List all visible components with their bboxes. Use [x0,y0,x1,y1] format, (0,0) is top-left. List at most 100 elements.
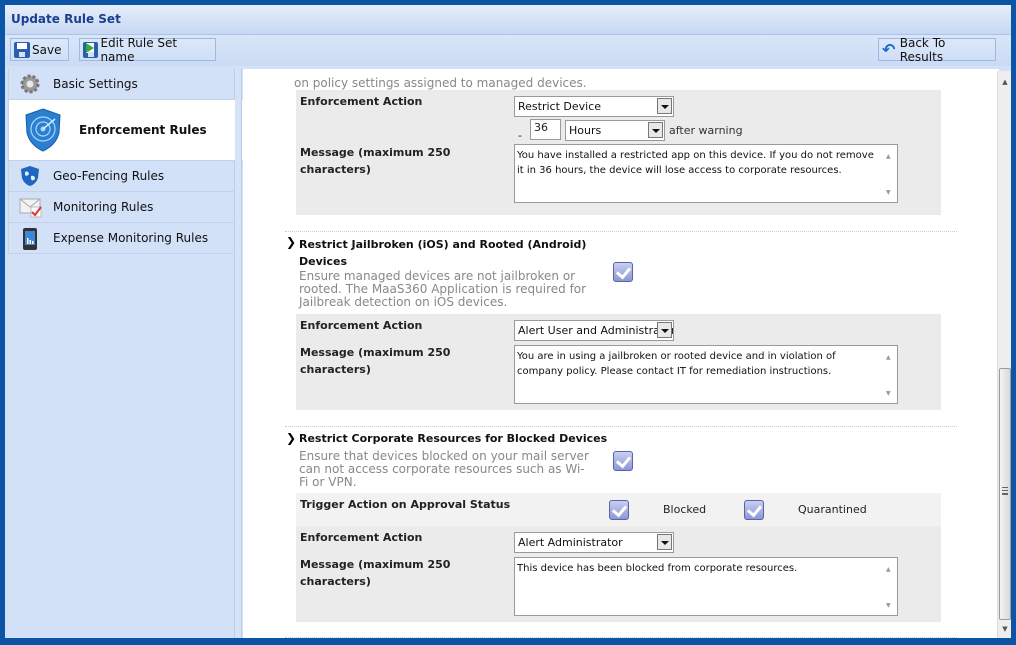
dash: - [518,129,522,142]
mail-check-icon [19,196,42,218]
delay-value-input[interactable]: 36 [530,119,561,140]
select-value: Alert User and Administrator [518,324,674,337]
scroll-down-icon[interactable]: ▼ [886,598,891,613]
textarea-scrollbar[interactable]: ▲ ▼ [883,558,897,615]
enforcement-action-select[interactable]: Alert User and Administrator [514,320,674,341]
section-divider [285,426,957,427]
select-value: Alert Administrator [518,536,623,549]
globe-shield-icon [19,165,41,187]
delay-unit-select[interactable]: Hours [565,120,665,141]
dropdown-arrow-icon [648,122,663,138]
dropdown-arrow-icon [657,98,672,114]
blocked-devices-rule-checkbox[interactable] [613,451,633,471]
section-description-partial: on policy settings assigned to managed d… [294,76,587,90]
message-textarea[interactable]: This device has been blocked from corpor… [514,557,898,616]
message-label-line2: characters) [300,363,371,376]
enforcement-action-select[interactable]: Restrict Device [514,96,674,117]
section-description: Ensure that devices blocked on your mail… [299,449,589,489]
sidebar-splitter[interactable] [235,69,242,638]
select-value: Hours [569,124,602,137]
content-scrollbar[interactable]: ▲ ▼ [997,71,1011,638]
blocked-devices-settings-panel: Enforcement Action Alert Administrator M… [296,526,941,622]
edit-name-label: Edit Rule Set name [100,35,178,64]
enforcement-action-label: Enforcement Action [300,95,423,108]
dropdown-arrow-icon [657,322,672,338]
message-label-line2: characters) [300,575,371,588]
trigger-action-row: Trigger Action on Approval Status Blocke… [296,493,941,526]
message-label-line1: Message (maximum 250 [300,146,451,159]
title-bar: Update Rule Set [5,5,1011,35]
sidebar-item-enforcement-rules[interactable]: Enforcement Rules [8,100,244,161]
scroll-down-icon[interactable]: ▼ [886,386,891,401]
chevron-right-icon: ❯ [286,235,297,249]
scroll-thumb[interactable] [999,368,1011,620]
message-textarea[interactable]: You are in using a jailbroken or rooted … [514,345,898,404]
section-title: Restrict Jailbroken (iOS) and Rooted (An… [299,236,586,270]
restricted-app-settings-panel: Enforcement Action Restrict Device - 36 … [296,90,941,215]
blocked-checkbox[interactable] [609,500,629,520]
scroll-down-button[interactable]: ▼ [998,622,1012,636]
floppy-disk-icon [14,41,30,58]
save-label: Save [32,42,62,57]
message-textarea[interactable]: You have installed a restricted app on t… [514,144,898,203]
enforcement-action-label: Enforcement Action [300,531,423,544]
section-description: Ensure managed devices are not jailbroke… [299,269,587,309]
after-warning-label: after warning [669,124,743,137]
select-value: Restrict Device [518,100,602,113]
sidebar: Basic Settings Enforcement Rules Geo-Fen… [8,69,244,638]
enforcement-action-label: Enforcement Action [300,319,423,332]
quarantined-label: Quarantined [798,503,867,516]
blocked-label: Blocked [663,503,707,516]
sidebar-item-label: Basic Settings [53,77,138,91]
message-label-line1: Message (maximum 250 [300,558,451,571]
scroll-down-icon[interactable]: ▼ [886,185,891,200]
shield-radar-icon [23,107,63,153]
section-title-line1: Restrict Jailbroken (iOS) and Rooted (An… [299,238,587,251]
sidebar-item-label: Expense Monitoring Rules [53,231,209,245]
sidebar-item-label: Geo-Fencing Rules [53,169,165,183]
section-title-line2: Devices [299,255,348,268]
textarea-scrollbar[interactable]: ▲ ▼ [883,346,897,403]
jailbreak-rule-checkbox[interactable] [613,262,633,282]
phone-chart-icon [19,227,41,250]
scroll-up-icon[interactable]: ▲ [886,149,891,164]
section-divider [285,637,957,638]
enforcement-action-select[interactable]: Alert Administrator [514,532,674,553]
toolbar: Save Edit Rule Set name ↶ Back To Result… [5,35,1011,66]
sidebar-item-basic-settings[interactable]: Basic Settings [8,69,235,100]
sidebar-item-monitoring-rules[interactable]: Monitoring Rules [8,192,235,223]
message-label: Message (maximum 250 characters) [300,556,450,590]
section-divider [285,231,957,232]
message-label-line2: characters) [300,163,371,176]
scroll-up-icon[interactable]: ▲ [886,562,891,577]
trigger-action-label: Trigger Action on Approval Status [300,498,511,511]
message-label-line1: Message (maximum 250 [300,346,451,359]
scroll-up-button[interactable]: ▲ [998,75,1012,89]
textarea-scrollbar[interactable]: ▲ ▼ [883,145,897,202]
section-title: Restrict Corporate Resources for Blocked… [299,432,608,445]
grip-icon [1002,487,1008,495]
quarantined-checkbox[interactable] [744,500,764,520]
edit-rule-set-name-button[interactable]: Edit Rule Set name [79,35,216,64]
dropdown-arrow-icon [657,534,672,550]
update-rule-set-window: Update Rule Set Save Edit Rule Set name … [5,5,1011,638]
message-label: Message (maximum 250 characters) [300,344,450,378]
message-text: You have installed a restricted app on t… [517,150,874,176]
rules-content: on policy settings assigned to managed d… [243,69,999,638]
sidebar-item-label: Enforcement Rules [79,123,207,137]
message-text: This device has been blocked from corpor… [517,563,798,574]
back-to-results-button[interactable]: ↶ Back To Results [878,35,996,64]
gear-icon [19,73,41,95]
sidebar-item-geo-fencing-rules[interactable]: Geo-Fencing Rules [8,161,235,192]
window-title: Update Rule Set [11,12,121,26]
jailbreak-settings-panel: Enforcement Action Alert User and Admini… [296,314,941,410]
undo-arrow-icon: ↶ [882,39,896,59]
edit-name-icon [83,41,99,58]
save-button[interactable]: Save [10,38,69,61]
message-label: Message (maximum 250 characters) [300,144,450,178]
scroll-up-icon[interactable]: ▲ [886,350,891,365]
message-text: You are in using a jailbroken or rooted … [517,351,836,377]
sidebar-item-label: Monitoring Rules [53,200,154,214]
sidebar-item-expense-monitoring-rules[interactable]: Expense Monitoring Rules [8,223,235,254]
back-label: Back To Results [899,35,946,64]
